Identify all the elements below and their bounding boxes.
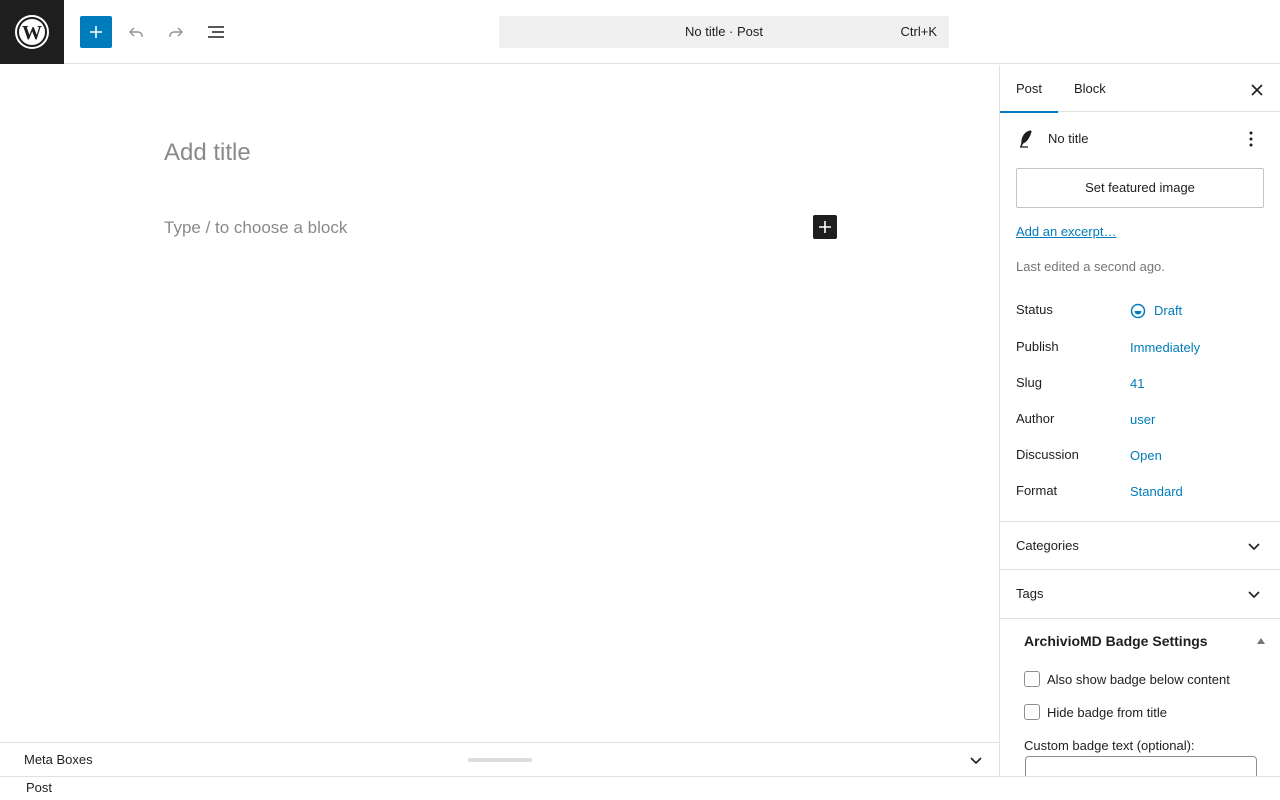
last-edited-text: Last edited a second ago. xyxy=(1016,259,1165,274)
slug-row: Slug 41 xyxy=(1016,373,1265,397)
meta-boxes-label: Meta Boxes xyxy=(24,752,93,767)
editor-canvas: Add title Type / to choose a block xyxy=(0,65,999,742)
archiviomd-toggle[interactable] xyxy=(1255,635,1267,647)
status-label: Status xyxy=(1016,302,1053,317)
format-row: Format Standard xyxy=(1016,481,1265,505)
slug-value-button[interactable]: 41 xyxy=(1130,373,1144,395)
format-value-button[interactable]: Standard xyxy=(1130,481,1183,503)
tags-toggle[interactable] xyxy=(1245,585,1263,603)
discussion-label: Discussion xyxy=(1016,447,1079,462)
add-excerpt-link[interactable]: Add an excerpt… xyxy=(1016,224,1116,239)
more-vertical-icon xyxy=(1249,131,1253,147)
post-actions-button[interactable] xyxy=(1241,129,1261,149)
document-overview-button[interactable] xyxy=(200,16,232,48)
keyboard-shortcut: Ctrl+K xyxy=(900,24,937,39)
show-badge-below-label: Also show badge below content xyxy=(1047,671,1230,687)
status-row: Status Draft xyxy=(1016,300,1265,324)
tab-block[interactable]: Block xyxy=(1058,65,1122,112)
categories-panel-title: Categories xyxy=(1016,538,1079,553)
author-label: Author xyxy=(1016,411,1055,426)
undo-icon xyxy=(128,27,143,37)
discussion-row: Discussion Open xyxy=(1016,445,1265,469)
tags-panel[interactable]: Tags xyxy=(1000,569,1280,617)
wordpress-icon: W xyxy=(15,15,49,49)
post-card-title: No title xyxy=(1048,131,1089,146)
close-settings-button[interactable] xyxy=(1245,78,1269,102)
redo-button[interactable] xyxy=(160,16,192,48)
format-label: Format xyxy=(1016,483,1058,498)
editor-header: W No title · Post Ctrl+K xyxy=(0,0,1280,64)
block-breadcrumb-footer: Post xyxy=(0,776,1280,800)
archiviomd-title: ArchivioMD Badge Settings xyxy=(1024,633,1208,649)
breadcrumb-item[interactable]: Post xyxy=(26,777,52,799)
block-inserter-button[interactable] xyxy=(80,16,112,48)
chevron-down-icon xyxy=(1248,543,1260,551)
document-title: No title · Post xyxy=(684,24,764,39)
slug-label: Slug xyxy=(1016,375,1043,390)
hide-badge-title-checkbox[interactable] xyxy=(1024,704,1040,720)
redo-icon xyxy=(169,27,184,37)
status-value-button[interactable]: Draft xyxy=(1130,300,1182,322)
plus-icon xyxy=(819,221,831,233)
post-card: No title xyxy=(1016,127,1265,151)
status-value: Draft xyxy=(1154,303,1183,318)
chevron-down-icon xyxy=(970,757,982,765)
publish-label: Publish xyxy=(1016,339,1059,354)
show-badge-below-checkbox[interactable] xyxy=(1024,671,1040,687)
close-icon xyxy=(1251,84,1263,96)
list-view-icon xyxy=(208,26,224,38)
settings-sidebar: Post Block No title Set featured image A… xyxy=(999,65,1280,776)
wordpress-logo-button[interactable]: W xyxy=(0,0,64,64)
discussion-value-button[interactable]: Open xyxy=(1130,445,1162,467)
categories-panel[interactable]: Categories xyxy=(1000,521,1280,569)
publish-value-button[interactable]: Immediately xyxy=(1130,337,1200,359)
meta-boxes-toggle[interactable] xyxy=(967,751,985,769)
hide-badge-title-label: Hide badge from title xyxy=(1047,704,1167,720)
tab-post[interactable]: Post xyxy=(1000,65,1059,113)
default-block-placeholder[interactable]: Type / to choose a block xyxy=(164,218,347,238)
svg-text:W: W xyxy=(22,22,42,44)
inline-block-inserter-button[interactable] xyxy=(813,215,837,239)
command-palette-bar[interactable]: No title · Post Ctrl+K xyxy=(499,16,949,48)
post-title-input[interactable]: Add title xyxy=(164,139,251,167)
draft-status-icon xyxy=(1130,303,1146,319)
custom-badge-text-input[interactable] xyxy=(1025,756,1257,776)
meta-boxes-bar[interactable]: Meta Boxes xyxy=(0,742,999,776)
custom-badge-text-label: Custom badge text (optional): xyxy=(1024,738,1195,753)
tags-panel-title: Tags xyxy=(1016,586,1044,601)
categories-toggle[interactable] xyxy=(1245,537,1263,555)
feather-post-icon xyxy=(1020,130,1032,148)
chevron-down-icon xyxy=(1248,591,1260,599)
plus-icon xyxy=(90,26,102,38)
resize-handle[interactable] xyxy=(468,758,532,762)
undo-button[interactable] xyxy=(120,16,152,48)
hide-badge-title-option: Hide badge from title xyxy=(1024,704,1167,720)
show-badge-below-option: Also show badge below content xyxy=(1024,671,1230,687)
sidebar-tabs: Post Block xyxy=(1000,65,1280,113)
author-value-button[interactable]: user xyxy=(1130,409,1155,431)
set-featured-image-button[interactable]: Set featured image xyxy=(1016,168,1264,208)
triangle-up-icon xyxy=(1257,638,1265,644)
author-row: Author user xyxy=(1016,409,1265,433)
publish-row: Publish Immediately xyxy=(1016,337,1265,361)
archiviomd-metabox: ArchivioMD Badge Settings Also show badg… xyxy=(1000,618,1280,776)
